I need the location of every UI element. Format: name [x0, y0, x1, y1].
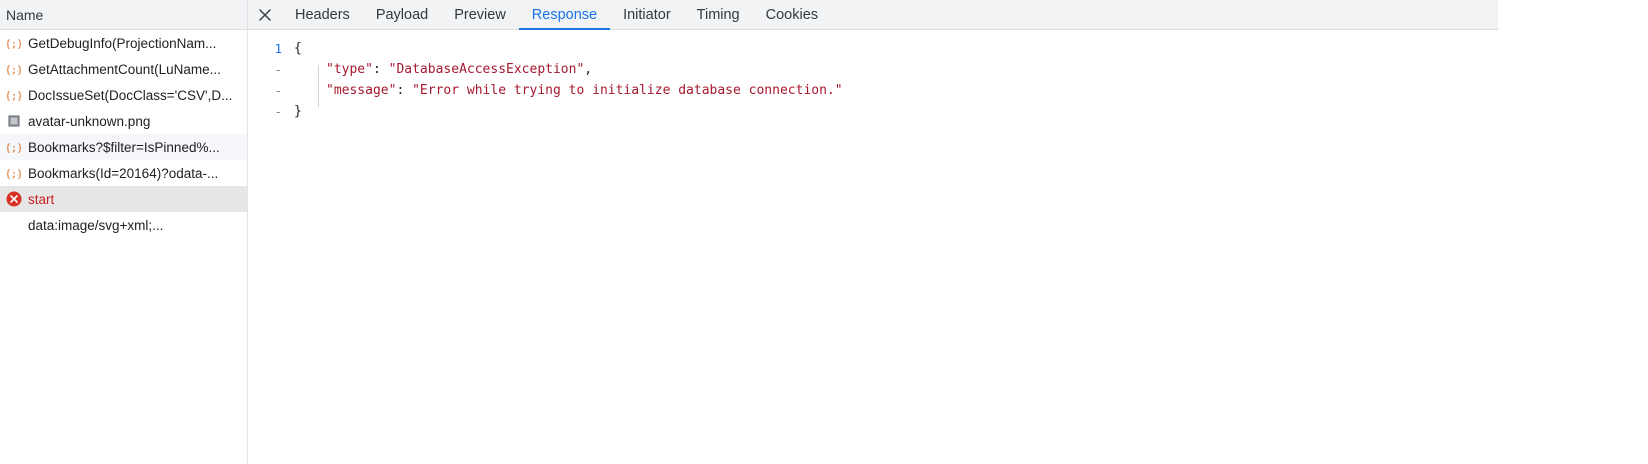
svg-text:{;}: {;} [7, 143, 21, 154]
name-column-header[interactable]: Name [0, 0, 247, 30]
image-icon [6, 113, 22, 129]
request-name: data:image/svg+xml;... [28, 217, 164, 233]
error-icon [6, 191, 22, 207]
request-name: GetDebugInfo(ProjectionNam... [28, 35, 217, 51]
tab-preview[interactable]: Preview [441, 0, 519, 29]
request-row[interactable]: avatar-unknown.png [0, 108, 247, 134]
request-row[interactable]: {;} Bookmarks?$filter=IsPinned%... [0, 134, 247, 160]
code-text: "message": "Error while trying to initia… [294, 80, 843, 101]
close-button[interactable] [248, 0, 282, 29]
devtools-network-panel: Name {;} GetDebugInfo(ProjectionNam... {… [0, 0, 1648, 464]
request-list: {;} GetDebugInfo(ProjectionNam... {;} Ge… [0, 30, 247, 238]
json-string: "Error while trying to initialize databa… [412, 83, 843, 98]
blank-icon [6, 217, 22, 233]
code-line: 1 { [248, 38, 1498, 59]
request-name: start [28, 191, 55, 207]
json-colon: : [372, 62, 389, 77]
svg-text:{;}: {;} [7, 91, 21, 102]
request-name: DocIssueSet(DocClass='CSV',D... [28, 87, 233, 103]
tab-cookies[interactable]: Cookies [753, 0, 831, 29]
xhr-icon: {;} [6, 165, 22, 181]
json-key: "message" [326, 83, 397, 98]
request-name: Bookmarks(Id=20164)?odata-... [28, 165, 219, 181]
svg-text:{;}: {;} [7, 169, 21, 180]
code-line: - } [248, 101, 1498, 122]
request-row[interactable]: {;} GetDebugInfo(ProjectionNam... [0, 30, 247, 56]
xhr-icon: {;} [6, 61, 22, 77]
request-detail-panel: Headers Payload Preview Response Initiat… [248, 0, 1498, 464]
xhr-icon: {;} [6, 87, 22, 103]
request-name: avatar-unknown.png [28, 113, 151, 129]
detail-tabbar: Headers Payload Preview Response Initiat… [248, 0, 1498, 30]
request-row[interactable]: data:image/svg+xml;... [0, 212, 247, 238]
xhr-icon: {;} [6, 35, 22, 51]
request-name: GetAttachmentCount(LuName... [28, 61, 221, 77]
indent-guide [318, 65, 319, 107]
json-colon: : [396, 83, 413, 98]
code-line: - "message": "Error while trying to init… [248, 80, 1498, 101]
response-body[interactable]: 1 { - "type": "DatabaseAccessException",… [248, 30, 1498, 122]
svg-text:{;}: {;} [7, 65, 21, 76]
json-comma: , [584, 62, 593, 77]
tab-response[interactable]: Response [518, 0, 611, 30]
close-icon [259, 8, 271, 21]
request-row[interactable]: {;} DocIssueSet(DocClass='CSV',D... [0, 82, 247, 108]
code-text: } [294, 104, 302, 119]
tab-initiator[interactable]: Initiator [610, 0, 684, 29]
line-gutter[interactable]: - [248, 80, 294, 101]
json-key: "type" [326, 62, 373, 77]
xhr-icon: {;} [6, 139, 22, 155]
request-name: Bookmarks?$filter=IsPinned%... [28, 139, 220, 155]
svg-text:{;}: {;} [7, 39, 21, 50]
line-gutter[interactable]: - [248, 101, 294, 122]
tab-timing[interactable]: Timing [684, 0, 753, 29]
line-number[interactable]: 1 [248, 38, 294, 59]
line-gutter[interactable]: - [248, 59, 294, 80]
code-text: "type": "DatabaseAccessException", [294, 59, 592, 80]
code-line: - "type": "DatabaseAccessException", [248, 59, 1498, 80]
code-text: { [294, 41, 302, 56]
json-string: "DatabaseAccessException" [388, 62, 585, 77]
request-list-panel: Name {;} GetDebugInfo(ProjectionNam... {… [0, 0, 248, 464]
request-row[interactable]: {;} GetAttachmentCount(LuName... [0, 56, 247, 82]
request-row[interactable]: {;} Bookmarks(Id=20164)?odata-... [0, 160, 247, 186]
tab-payload[interactable]: Payload [363, 0, 441, 29]
tab-headers[interactable]: Headers [282, 0, 363, 29]
request-row-selected[interactable]: start [0, 186, 247, 212]
